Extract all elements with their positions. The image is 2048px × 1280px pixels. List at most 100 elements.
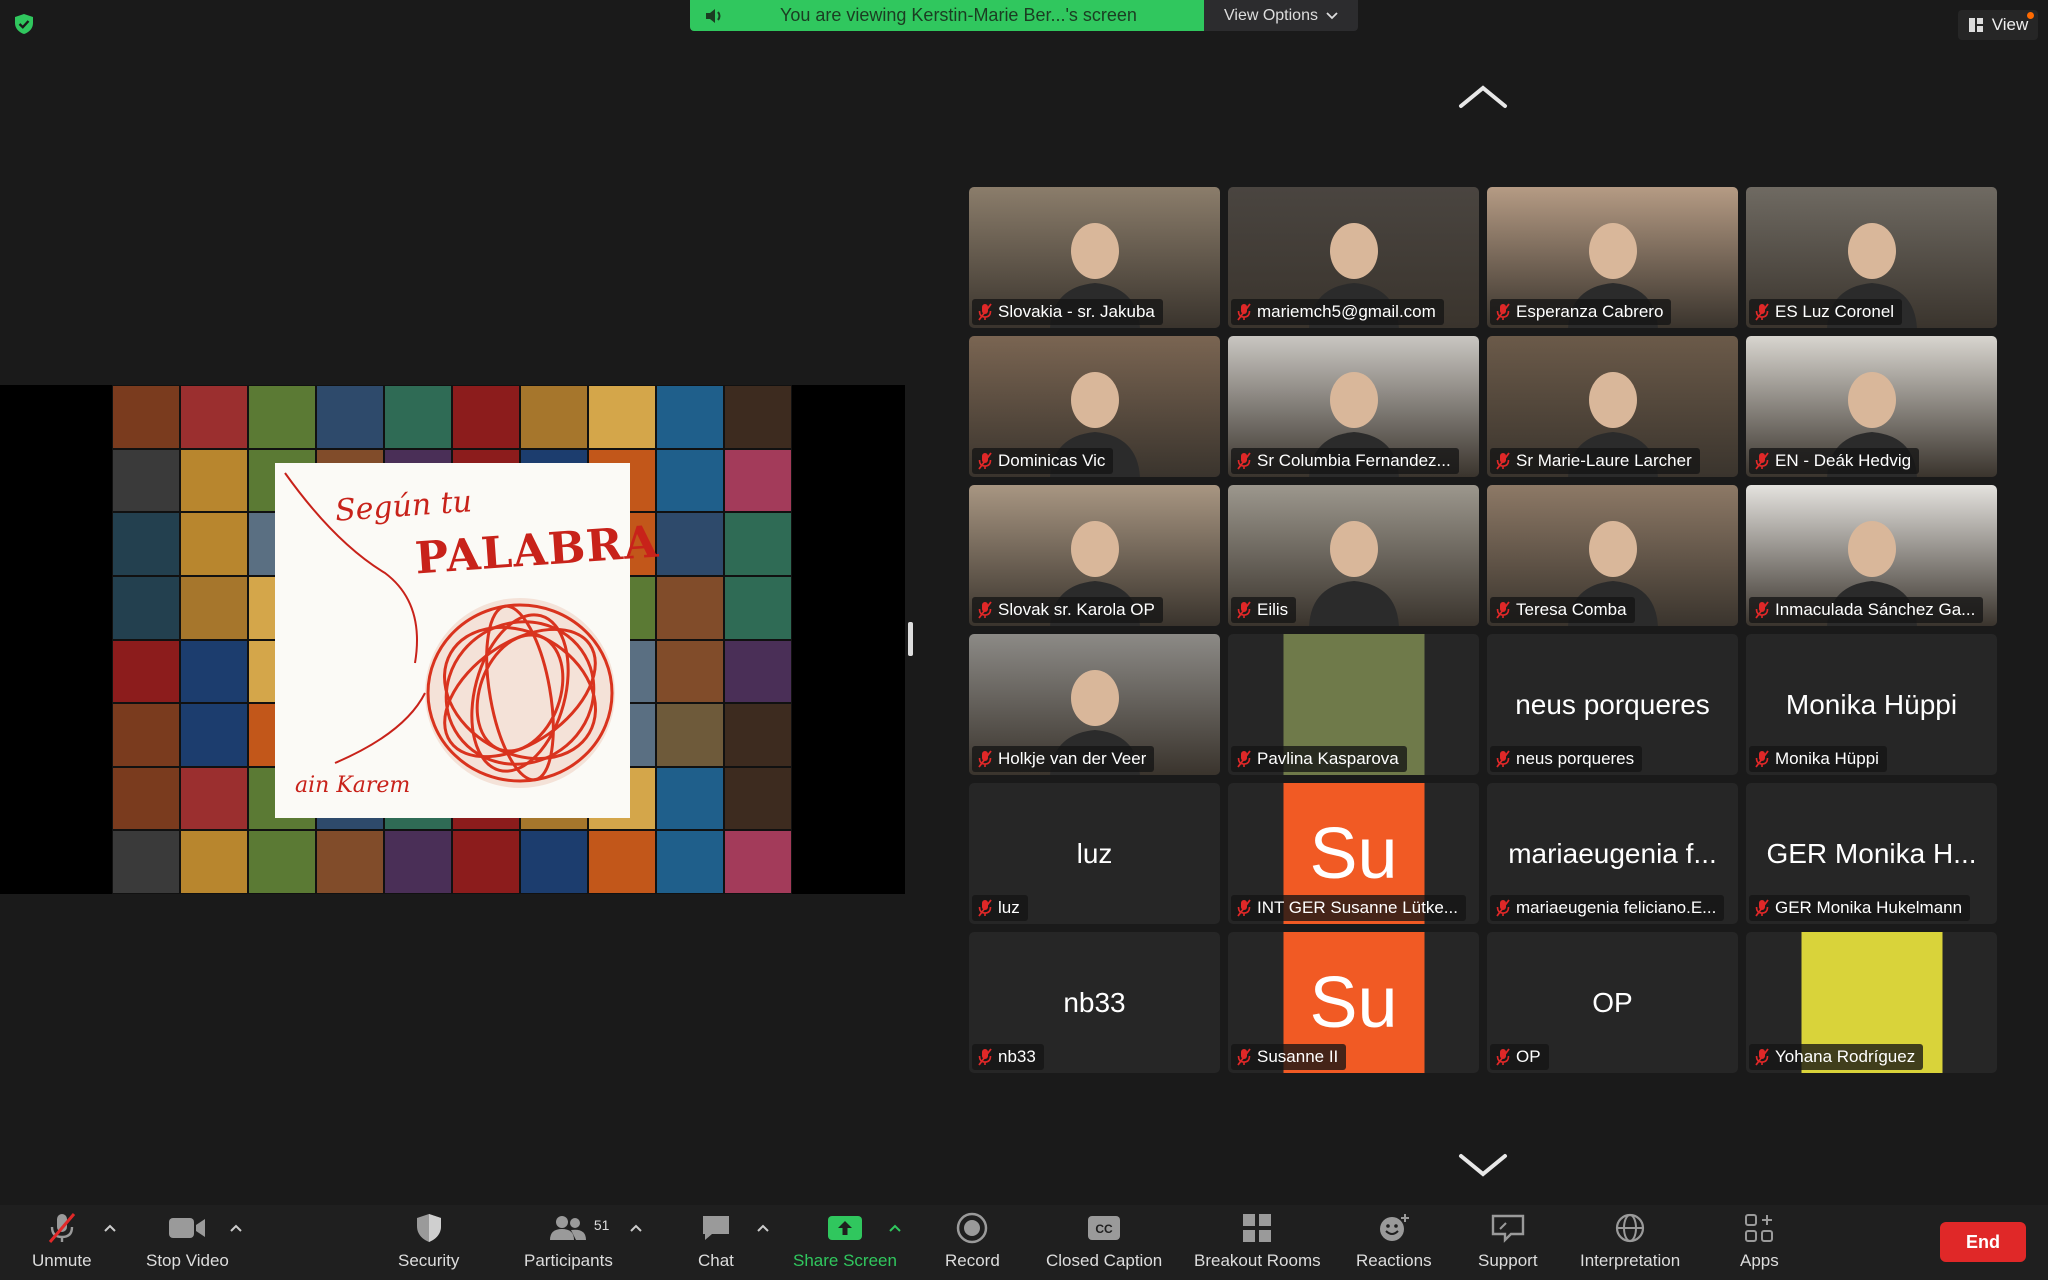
view-button-label: View [1991,15,2029,34]
participant-name: OP [1516,1047,1541,1066]
microphone-muted-icon [978,601,992,619]
shared-screen[interactable]: Según tu PALABRA ain Karem [0,385,905,894]
video-options-caret-icon[interactable] [229,1223,243,1233]
album-thumbnail [180,512,248,576]
album-thumbnail [656,830,724,894]
chat-button[interactable]: Chat [698,1211,734,1271]
participant-tile[interactable]: Slovakia - sr. Jakuba [969,187,1220,328]
interpretation-button[interactable]: Interpretation [1580,1211,1680,1271]
microphone-muted-icon [1496,452,1510,470]
participant-name-label: Sr Marie-Laure Larcher [1490,448,1700,474]
album-thumbnail [656,448,724,513]
support-button[interactable]: Support [1478,1211,1538,1271]
chevron-down-icon[interactable] [1458,1150,1508,1180]
participant-tile[interactable]: Slovak sr. Karola OP [969,485,1220,626]
share-screen-button[interactable]: Share Screen [793,1211,897,1271]
participants-options-caret-icon[interactable] [629,1223,643,1233]
participant-tile[interactable]: Esperanza Cabrero [1487,187,1738,328]
participant-name: Pavlina Kasparova [1257,749,1399,768]
view-button[interactable]: View [1958,10,2038,40]
microphone-muted-icon [978,750,992,768]
chat-label: Chat [698,1251,734,1270]
participant-name: Eilis [1257,600,1289,619]
screen-share-banner: You are viewing Kerstin-Marie Ber...'s s… [690,0,1358,31]
album-thumbnail [656,575,724,640]
apps-button[interactable]: Apps [1740,1211,1779,1271]
participant-tile[interactable]: GER Monika H... GER Monika Hukelmann [1746,783,1997,924]
participant-tile[interactable]: Pavlina Kasparova [1228,634,1479,775]
microphone-muted-icon [1755,601,1769,619]
apps-icon [1745,1214,1774,1242]
chevron-down-icon [1326,11,1338,19]
share-options-caret-icon[interactable] [888,1223,902,1233]
unmute-button[interactable]: Unmute [32,1211,92,1271]
participant-name: INT GER Susanne Lütke... [1257,898,1458,917]
participant-tile[interactable]: Holkje van der Veer [969,634,1220,775]
participant-name-label: nb33 [972,1044,1044,1070]
album-thumbnail [724,766,792,831]
closed-caption-button[interactable]: CC Closed Caption [1046,1211,1162,1271]
album-thumbnail [180,830,248,894]
chat-bubble-icon [702,1216,729,1240]
participant-tile[interactable]: neus porqueres neus porqueres [1487,634,1738,775]
microphone-muted-icon [1496,601,1510,619]
participants-button[interactable]: 51 Participants [524,1211,613,1271]
reactions-button[interactable]: Reactions [1356,1211,1432,1271]
album-thumbnail [588,385,656,449]
breakout-rooms-label: Breakout Rooms [1194,1251,1321,1270]
participant-tile[interactable]: Teresa Comba [1487,485,1738,626]
participant-tile[interactable]: Inmaculada Sánchez Ga... [1746,485,1997,626]
album-thumbnail [724,703,792,767]
encryption-shield-icon[interactable] [12,12,36,36]
end-meeting-button[interactable]: End [1940,1222,2026,1262]
album-thumbnail [180,575,248,640]
microphone-muted-icon [1755,452,1769,470]
participant-name-label: Holkje van der Veer [972,746,1155,772]
album-thumbnail [180,639,248,704]
stop-video-button[interactable]: Stop Video [146,1211,229,1271]
participant-display-name: mariaeugenia f... [1508,837,1717,869]
reactions-label: Reactions [1356,1251,1432,1270]
microphone-muted-icon [978,899,992,917]
participant-name-label: luz [972,895,1028,921]
participant-tile[interactable]: EN - Deák Hedvig [1746,336,1997,477]
participant-tile[interactable]: Sr Columbia Fernandez... [1228,336,1479,477]
participant-name: Esperanza Cabrero [1516,302,1664,321]
audio-options-caret-icon[interactable] [103,1223,117,1233]
participants-icon [550,1216,587,1240]
participant-tile[interactable]: OP OP [1487,932,1738,1073]
participant-tile[interactable]: Eilis [1228,485,1479,626]
participant-tile[interactable]: Dominicas Vic [969,336,1220,477]
participant-name: mariaeugenia feliciano.E... [1516,898,1717,917]
record-button[interactable]: Record [945,1211,1000,1271]
participant-name: Dominicas Vic [998,451,1106,470]
album-thumbnail [724,830,792,894]
chevron-up-icon[interactable] [1458,82,1508,112]
participant-display-name: luz [1076,837,1113,869]
participant-tile[interactable]: mariaeugenia f... mariaeugenia feliciano.… [1487,783,1738,924]
speaker-icon[interactable] [704,7,724,25]
album-thumbnail [724,512,792,576]
person-silhouette [1308,521,1399,626]
split-view-divider[interactable] [908,622,913,656]
participant-tile[interactable]: Su Susanne II [1228,932,1479,1073]
security-button[interactable]: Security [398,1211,459,1271]
breakout-rooms-button[interactable]: Breakout Rooms [1194,1211,1321,1271]
participant-tile[interactable]: nb33 nb33 [969,932,1220,1073]
microphone-muted-icon [1237,1048,1251,1066]
view-options-button[interactable]: View Options [1204,0,1358,31]
participant-tile[interactable]: Monika Hüppi Monika Hüppi [1746,634,1997,775]
album-thumbnail [384,830,452,894]
album-thumbnail [316,385,384,449]
participant-tile[interactable]: mariemch5@gmail.com [1228,187,1479,328]
participant-tile[interactable]: Yohana Rodríguez [1746,932,1997,1073]
participant-tile[interactable]: ES Luz Coronel [1746,187,1997,328]
participant-tile[interactable]: Su INT GER Susanne Lütke... [1228,783,1479,924]
album-thumbnail [724,639,792,704]
security-shield-icon [416,1214,441,1242]
participant-tile[interactable]: Sr Marie-Laure Larcher [1487,336,1738,477]
participant-tile[interactable]: luz luz [969,783,1220,924]
album-thumbnail [248,830,316,894]
closed-caption-label: Closed Caption [1046,1251,1163,1270]
chat-options-caret-icon[interactable] [756,1223,770,1233]
